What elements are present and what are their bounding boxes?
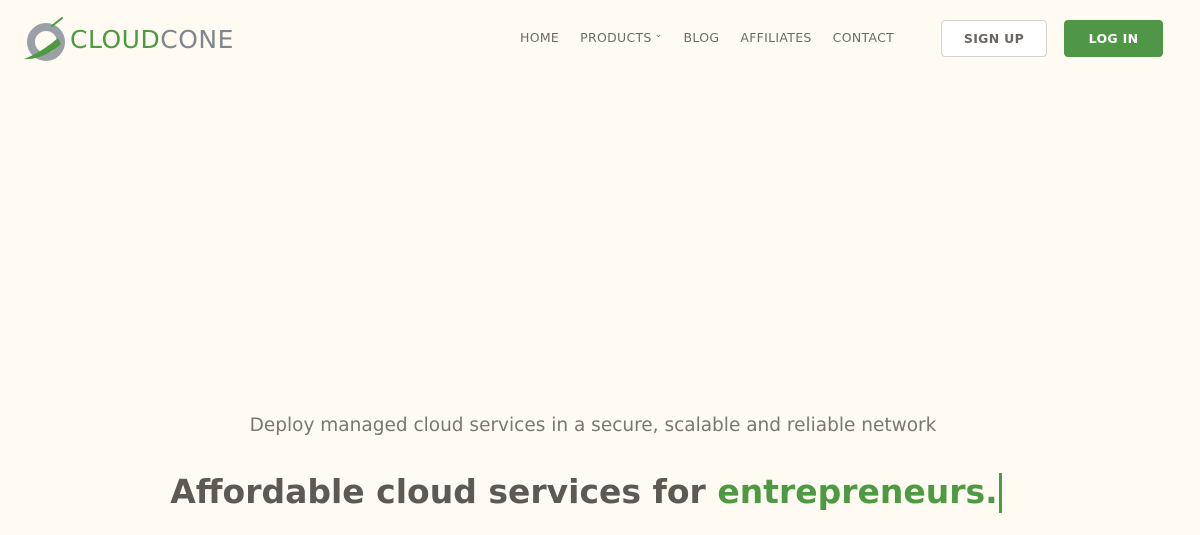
- site-header: CLOUDCONE HOME PRODUCTS ⌄ BLOG AFFILIATES…: [0, 0, 1200, 76]
- logo-text: CLOUDCONE: [70, 27, 234, 52]
- hero-subtitle: Deploy managed cloud services in a secur…: [249, 415, 937, 436]
- hero-title-prefix: Affordable cloud services for: [170, 472, 718, 511]
- typing-cursor: [998, 473, 1002, 513]
- cloudcone-logo-icon: [24, 17, 65, 61]
- hero-title: Affordable cloud services for entreprene…: [0, 472, 1172, 513]
- nav-affiliates[interactable]: AFFILIATES: [740, 30, 811, 45]
- nav-products-label: PRODUCTS: [580, 30, 652, 45]
- hero-title-highlight: entrepreneurs.: [717, 472, 998, 511]
- chevron-down-icon: ⌄: [654, 29, 663, 40]
- logo-text-cone: CONE: [160, 24, 234, 54]
- nav-blog-label: BLOG: [683, 30, 720, 45]
- main-nav: HOME PRODUCTS ⌄ BLOG AFFILIATES CONTACT: [520, 29, 915, 46]
- nav-products[interactable]: PRODUCTS ⌄: [580, 29, 663, 46]
- log-in-button[interactable]: LOG IN: [1064, 20, 1163, 57]
- logo-text-cloud: CLOUD: [70, 24, 161, 54]
- sign-up-button[interactable]: SIGN UP: [941, 20, 1047, 57]
- nav-blog[interactable]: BLOG: [684, 30, 720, 45]
- nav-contact[interactable]: CONTACT: [833, 30, 894, 45]
- logo-link[interactable]: CLOUDCONE: [22, 16, 234, 62]
- nav-home-label: HOME: [520, 30, 560, 45]
- nav-contact-label: CONTACT: [832, 30, 895, 45]
- nav-affiliates-label: AFFILIATES: [740, 30, 812, 45]
- nav-home[interactable]: HOME: [520, 30, 559, 45]
